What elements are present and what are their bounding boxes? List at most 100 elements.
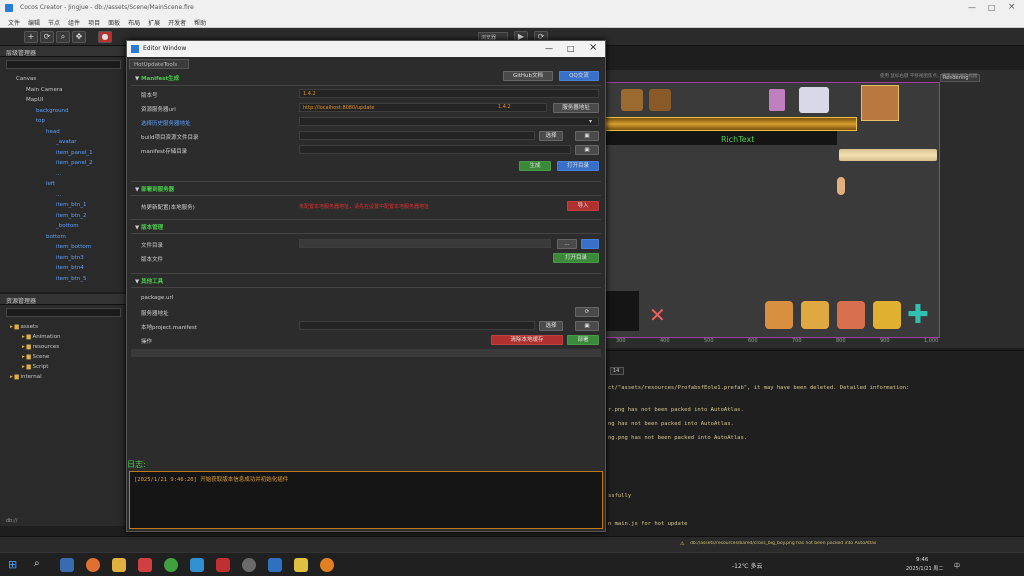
app-icon[interactable] [138,558,152,572]
file-dir-go-button[interactable] [581,239,599,249]
scene-viewport[interactable]: RichText ✕ ✚ [604,82,940,338]
clock-time[interactable]: 9:46 [916,557,928,563]
vscode-icon[interactable] [268,558,282,572]
record-icon[interactable]: ● [98,31,112,43]
refresh-icon[interactable]: ⟳ [40,31,54,43]
weather-widget[interactable]: -12℃ 多云 [732,561,762,570]
search-icon[interactable]: ⌕ [56,31,70,43]
open-assets-dir-icon[interactable]: ▣ [575,131,599,141]
asset-folder[interactable]: ▸ ▆ Animation [22,334,61,340]
manifest-dir-input[interactable] [299,145,571,154]
menu-item[interactable]: 面板 [108,18,120,27]
menu-item[interactable]: 开发者 [168,18,186,27]
console-page-select[interactable]: 14 [610,367,624,375]
tree-node[interactable]: Main Camera [26,87,62,93]
tree-node[interactable]: top [36,118,45,124]
tree-node[interactable]: head [46,129,60,135]
app-icon[interactable] [294,558,308,572]
chevron-down-icon[interactable]: ▾ [589,118,592,125]
tree-node[interactable]: item_btn_5 [56,276,87,282]
tree-node[interactable]: MapUI [26,97,43,103]
select-assets-dir-button[interactable]: 选择 [539,131,563,141]
editor-minimize-icon[interactable]: — [545,44,553,53]
menu-item[interactable]: 帮助 [194,18,206,27]
menu-item[interactable]: 扩展 [148,18,160,27]
windows-start-icon[interactable]: ⊞ [8,558,17,571]
tree-node[interactable]: item_bottom [56,244,91,250]
tree-node[interactable]: ... [56,171,61,177]
section-version[interactable]: 版本管理 [135,223,163,231]
explorer-icon[interactable] [112,558,126,572]
tree-node[interactable]: bottom [46,234,66,240]
refresh-server-icon[interactable]: ⟳ [575,307,599,317]
github-doc-button[interactable]: GitHub文档 [503,71,553,81]
menu-item[interactable]: 文件 [8,18,20,27]
deploy-button[interactable]: 部署 [567,335,599,345]
import-button[interactable]: 导入 [567,201,599,211]
asset-folder[interactable]: ▸ ▆ Script [22,364,48,370]
menu-item[interactable]: 组件 [68,18,80,27]
local-manifest-input[interactable] [299,321,535,330]
select-manifest-button[interactable]: 选择 [539,321,563,331]
section-other[interactable]: 其他工具 [135,277,163,285]
app-icon[interactable] [190,558,204,572]
menu-item[interactable]: 布局 [128,18,140,27]
tree-node[interactable]: Canvas [16,76,36,82]
app-icon[interactable] [320,558,334,572]
tree-node[interactable]: item_btn4 [56,265,84,271]
open-dir-button[interactable]: 打开目录 [557,161,599,171]
search-icon[interactable]: ⌕ [34,558,40,569]
minimize-icon[interactable]: — [968,3,976,12]
maximize-icon[interactable]: □ [988,3,996,12]
asset-folder-label: Script [32,364,49,370]
tree-node[interactable]: _avatar [56,139,77,145]
editor-maximize-icon[interactable]: □ [567,44,575,53]
tree-node[interactable]: ... [56,192,61,198]
version-input[interactable]: 1.4.2 [299,89,599,98]
taskview-icon[interactable] [60,558,74,572]
open-dir2-button[interactable]: 打开目录 [553,253,599,263]
tree-node[interactable]: _bottom [56,223,79,229]
asset-folder[interactable]: ▸ ▆ internal [10,374,42,380]
firefox-icon[interactable] [86,558,100,572]
move-icon[interactable]: ✥ [72,31,86,43]
chrome-icon[interactable] [164,558,178,572]
tree-node[interactable]: background [36,108,69,114]
browse-file-button[interactable]: ... [557,239,577,249]
hierarchy-search-input[interactable] [6,60,121,69]
menu-item[interactable]: 编辑 [28,18,40,27]
asset-folder[interactable]: ▸ ▆ assets [10,324,38,330]
qq-group-button[interactable]: QQ交流 [559,71,599,81]
asset-folder[interactable]: ▸ ▆ Scene [22,354,49,360]
server-url-button[interactable]: 服务器地址 [553,103,599,113]
generate-button[interactable]: 生成 [519,161,551,171]
clear-local-cache-button[interactable]: 清除本地缓存 [491,335,563,345]
plus-icon[interactable]: + [24,31,38,43]
section-manifest[interactable]: Manifest生成 [135,74,179,82]
tree-node[interactable]: left [46,181,55,187]
clock-date[interactable]: 2025/1/21 周二 [906,565,943,572]
menu-item[interactable]: 节点 [48,18,60,27]
input-language[interactable]: 中 [954,561,960,570]
scroll-area[interactable] [131,349,601,357]
assets-search-input[interactable] [6,308,121,317]
file-dir-input[interactable] [299,239,551,248]
history-server-select[interactable] [299,117,599,126]
editor-close-icon[interactable]: × [589,42,597,53]
close-icon[interactable]: × [1008,2,1016,12]
tree-node[interactable]: item_btn_1 [56,202,87,208]
asset-folder[interactable]: ▸ ▆ resources [22,344,59,350]
tree-node[interactable]: item_btn3 [56,255,84,261]
menu-item[interactable]: 项目 [88,18,100,27]
open-manifest-icon[interactable]: ▣ [575,321,599,331]
open-manifest-dir-icon[interactable]: ▣ [575,145,599,155]
wps-icon[interactable] [216,558,230,572]
build-assets-dir-input[interactable] [299,131,535,140]
cocos-icon[interactable] [242,558,256,572]
tree-node[interactable]: item_btn_2 [56,213,87,219]
ruler-tick-label: 500 [704,338,714,344]
tree-node[interactable]: item_panel_1 [56,150,93,156]
tab-hotupdate-tools[interactable]: HotUpdateTools [129,59,189,69]
tree-node[interactable]: item_panel_2 [56,160,93,166]
section-deploy[interactable]: 部署到服务器 [135,185,174,193]
